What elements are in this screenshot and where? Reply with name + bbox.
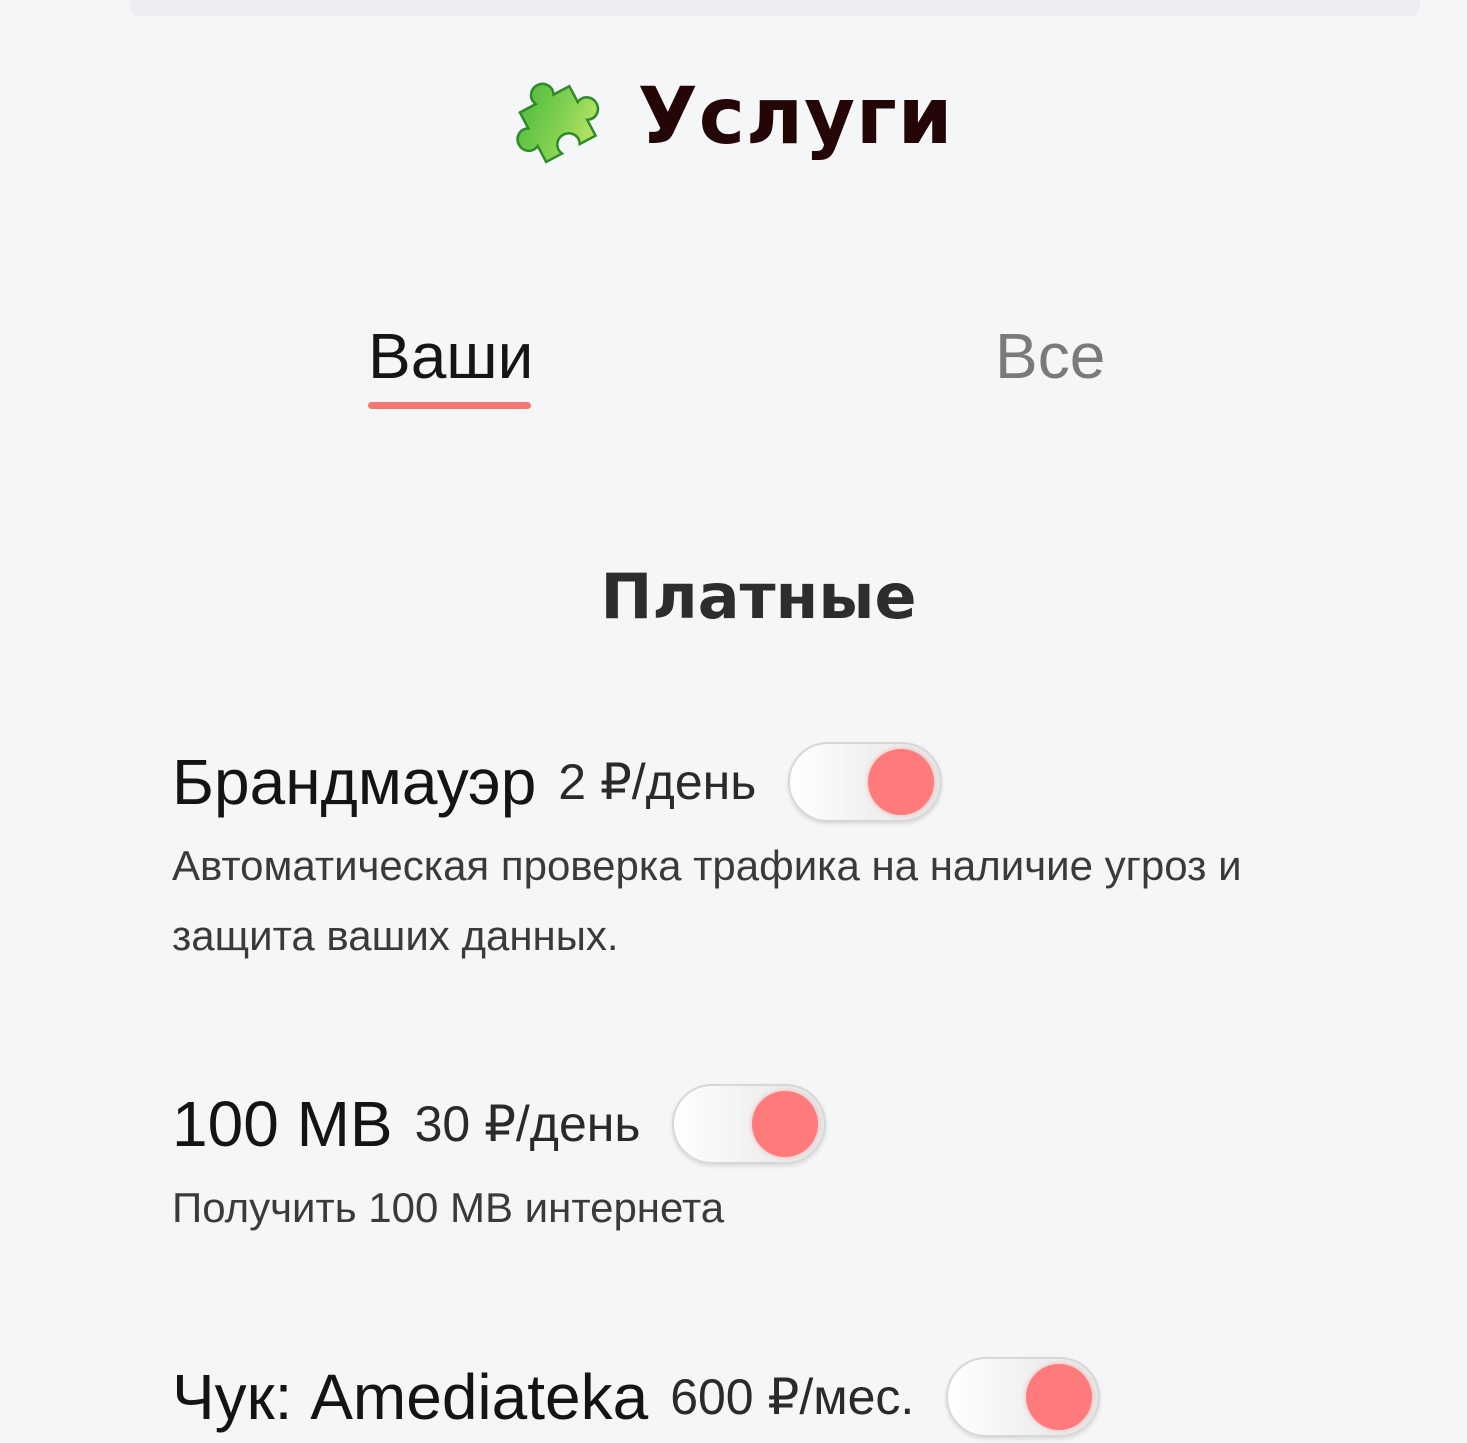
service-price: 600 ₽/мес.	[670, 1369, 915, 1425]
service-item-amediateka: Чук: Amediateka 600 ₽/мес.	[172, 1352, 1101, 1442]
toggle-knob	[868, 749, 935, 815]
service-price: 2 ₽/день	[558, 754, 757, 810]
service-toggle-amediateka[interactable]	[946, 1357, 1101, 1437]
service-name: Брандмауэр	[172, 746, 537, 818]
puzzle-piece-icon	[515, 82, 599, 164]
page-header: Услуги	[0, 62, 1467, 172]
service-toggle-firewall[interactable]	[788, 742, 943, 822]
toggle-knob	[752, 1091, 819, 1157]
service-item-100mb: 100 MB 30 ₽/день Получить 100 MB интерне…	[172, 1079, 1372, 1243]
toggle-knob	[1026, 1364, 1093, 1430]
tab-yours[interactable]: Ваши	[368, 318, 533, 394]
service-description: Автоматическая проверка трафика на налич…	[172, 842, 1242, 959]
section-title-paid: Платные	[600, 560, 917, 633]
service-item-firewall: Брандмауэр 2 ₽/день Автоматическая прове…	[172, 737, 1372, 971]
active-tab-indicator	[368, 402, 531, 409]
service-price: 30 ₽/день	[414, 1096, 641, 1152]
service-description: Получить 100 MB интернета	[172, 1184, 725, 1231]
page-title: Услуги	[637, 72, 954, 162]
service-name: 100 MB	[172, 1088, 393, 1160]
tab-all[interactable]: Все	[995, 318, 1105, 394]
top-card-edge	[130, 0, 1420, 16]
service-name: Чук: Amediateka	[172, 1361, 649, 1433]
service-toggle-100mb[interactable]	[672, 1084, 827, 1164]
